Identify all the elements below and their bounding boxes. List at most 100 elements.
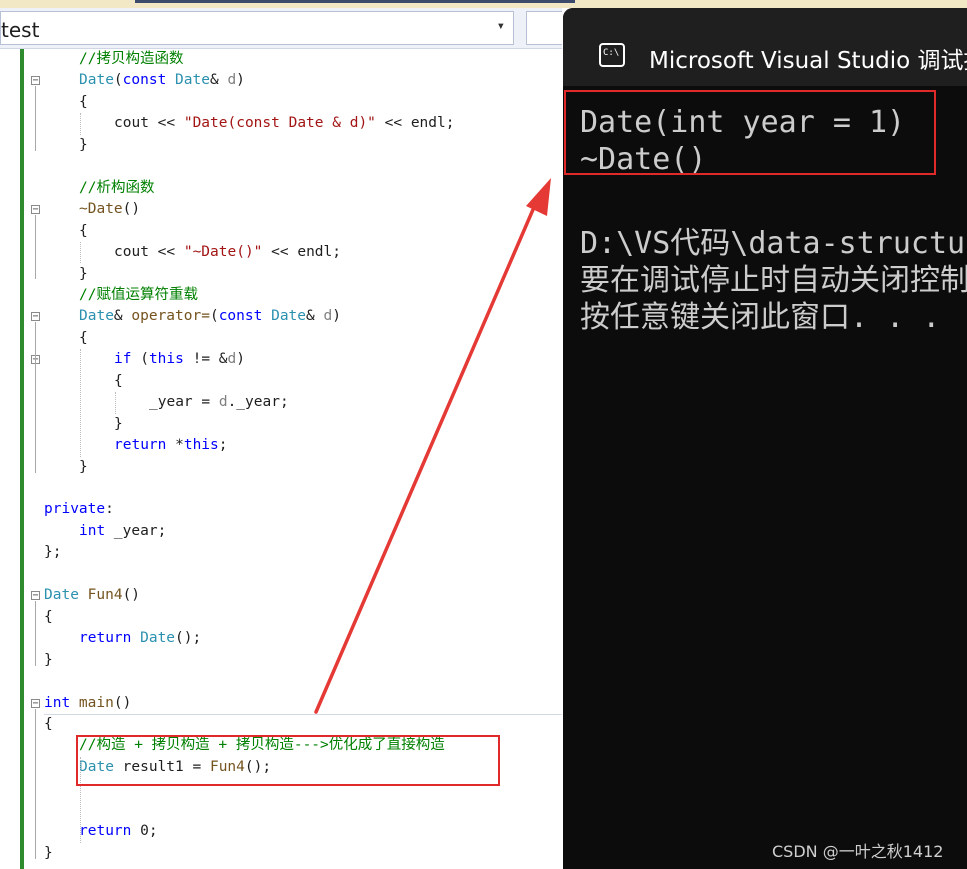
code-token: { bbox=[44, 715, 53, 732]
fold-connector bbox=[35, 322, 36, 473]
code-text: Date Fun4() bbox=[44, 585, 140, 606]
code-line[interactable]: //拷贝构造函数 bbox=[0, 49, 562, 70]
indent-guide bbox=[80, 349, 81, 457]
code-token: cout << bbox=[114, 115, 184, 132]
code-token: this bbox=[183, 437, 219, 454]
code-token: Fun4 bbox=[87, 587, 123, 604]
code-text: { bbox=[79, 328, 88, 349]
code-token: this bbox=[148, 351, 184, 368]
scope-dropdown[interactable]: test ▾ bbox=[0, 11, 514, 45]
code-line[interactable]: private: bbox=[0, 499, 562, 520]
code-token: } bbox=[114, 415, 123, 432]
code-token: "Date(const Date & d)" bbox=[183, 115, 376, 132]
code-line[interactable]: //赋值运算符重载 bbox=[0, 285, 562, 306]
code-token: << endl; bbox=[262, 244, 341, 261]
code-text: } bbox=[79, 264, 88, 285]
code-line[interactable]: return Date(); bbox=[0, 628, 562, 649]
code-token: cout << bbox=[114, 244, 184, 261]
fold-connector bbox=[35, 601, 36, 666]
code-line[interactable] bbox=[0, 564, 562, 585]
console-title-bar[interactable]: C:\ Microsoft Visual Studio 调试控制台 bbox=[563, 8, 967, 86]
code-editor[interactable]: //拷贝构造函数 Date(const Date& d) −{cout << "Da… bbox=[0, 49, 562, 869]
code-text: { bbox=[44, 607, 53, 628]
debug-console-window[interactable]: C:\ Microsoft Visual Studio 调试控制台 Date(i… bbox=[563, 8, 967, 869]
code-line[interactable]: Date& operator=(const Date& d) − bbox=[0, 306, 562, 327]
code-line[interactable]: _year = d._year; bbox=[0, 392, 562, 413]
code-text: { bbox=[79, 221, 88, 242]
code-line[interactable]: } bbox=[0, 135, 562, 156]
code-line[interactable]: { bbox=[0, 221, 562, 242]
code-line[interactable]: int _year; bbox=[0, 521, 562, 542]
code-token: } bbox=[44, 844, 53, 861]
code-line[interactable]: } bbox=[0, 457, 562, 478]
code-token: { bbox=[79, 222, 88, 239]
code-line[interactable]: cout << "~Date()" << endl; bbox=[0, 242, 562, 263]
code-token: : bbox=[105, 501, 114, 518]
code-line[interactable] bbox=[0, 478, 562, 499]
code-line[interactable]: return *this; bbox=[0, 435, 562, 456]
code-token: return bbox=[79, 630, 141, 647]
code-line[interactable]: { bbox=[0, 714, 562, 735]
code-text: //拷贝构造函数 bbox=[79, 49, 183, 70]
indent-guide bbox=[80, 242, 81, 264]
fold-minus-icon[interactable]: − bbox=[31, 591, 40, 601]
console-line: D:\VS代码\data-structure\ bbox=[580, 226, 967, 261]
code-text: Date(const Date& d) bbox=[79, 70, 245, 91]
console-title: Microsoft Visual Studio 调试控制台 bbox=[649, 48, 967, 74]
code-text: { bbox=[79, 92, 88, 113]
code-text: } bbox=[79, 457, 88, 478]
code-line[interactable]: { bbox=[0, 92, 562, 113]
member-dropdown[interactable] bbox=[526, 11, 562, 45]
code-text: } bbox=[44, 843, 53, 864]
code-token: d bbox=[323, 308, 333, 325]
console-line: 要在调试停止时自动关闭控制台 bbox=[580, 263, 967, 298]
code-line[interactable]: } bbox=[0, 414, 562, 435]
code-line[interactable]: cout << "Date(const Date & d)" << endl; bbox=[0, 113, 562, 134]
code-token: d bbox=[218, 394, 228, 411]
code-token: int bbox=[79, 522, 114, 539]
fold-minus-icon[interactable]: − bbox=[31, 312, 40, 322]
code-line[interactable] bbox=[0, 671, 562, 692]
code-line[interactable] bbox=[0, 800, 562, 821]
fold-minus-icon[interactable]: − bbox=[31, 76, 40, 86]
cmd-icon-label: C:\ bbox=[603, 48, 620, 58]
code-line[interactable]: { bbox=[0, 371, 562, 392]
code-line[interactable]: ~Date() − bbox=[0, 199, 562, 220]
code-token: ( bbox=[113, 72, 123, 89]
code-token: main bbox=[78, 694, 114, 711]
code-token: != & bbox=[183, 351, 228, 368]
code-line[interactable]: }; bbox=[0, 542, 562, 563]
code-line[interactable]: { bbox=[0, 328, 562, 349]
code-token: ( bbox=[209, 308, 219, 325]
code-line[interactable]: Date Fun4() − bbox=[0, 585, 562, 606]
code-text: if (this != &d) bbox=[114, 349, 245, 370]
code-text: return Date(); bbox=[79, 628, 201, 649]
code-token: { bbox=[79, 329, 88, 346]
chevron-down-icon[interactable]: ▾ bbox=[497, 18, 505, 34]
code-line[interactable]: if (this != &d) − bbox=[0, 349, 562, 370]
code-token: ._year; bbox=[227, 394, 289, 411]
code-token: }; bbox=[44, 544, 62, 561]
fold-minus-icon[interactable]: − bbox=[31, 205, 40, 215]
code-token: () bbox=[122, 587, 141, 604]
code-token: & bbox=[306, 308, 324, 325]
code-line[interactable] bbox=[0, 156, 562, 177]
code-text: ~Date() bbox=[79, 199, 140, 220]
code-text: } bbox=[79, 135, 88, 156]
code-line[interactable]: int main() − bbox=[0, 693, 562, 714]
code-text: //赋值运算符重载 bbox=[79, 285, 198, 306]
fold-minus-icon[interactable]: − bbox=[31, 698, 40, 708]
code-line[interactable]: } bbox=[0, 843, 562, 864]
cmd-icon: C:\ bbox=[599, 43, 625, 67]
code-text: } bbox=[114, 414, 123, 435]
console-line: 按任意键关闭此窗口. . . bbox=[580, 300, 941, 335]
code-line[interactable]: Date(const Date& d) − bbox=[0, 70, 562, 91]
code-line[interactable]: } bbox=[0, 650, 562, 671]
code-line[interactable]: return 0; bbox=[0, 821, 562, 842]
code-line[interactable]: //析构函数 bbox=[0, 178, 562, 199]
code-text: int _year; bbox=[79, 521, 166, 542]
code-line[interactable]: { bbox=[0, 607, 562, 628]
code-line[interactable]: } bbox=[0, 264, 562, 285]
code-token: _year = bbox=[149, 394, 219, 411]
code-token: const bbox=[122, 72, 176, 89]
